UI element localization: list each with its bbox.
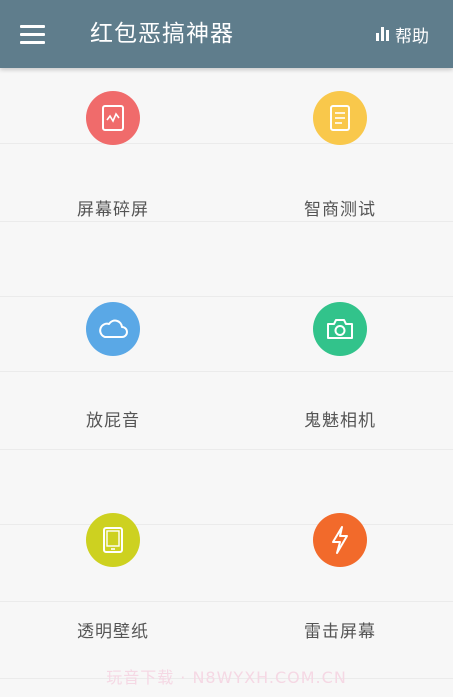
tablet-icon <box>86 513 140 567</box>
document-icon <box>313 91 367 145</box>
camera-icon <box>313 302 367 356</box>
help-label: 帮助 <box>395 26 429 47</box>
feature-cracked-screen[interactable]: 屏幕碎屏 <box>0 71 226 251</box>
cracked-screen-icon <box>86 91 140 145</box>
feature-label: 智商测试 <box>304 200 376 220</box>
feature-transparent-wallpaper[interactable]: 透明壁纸 <box>0 493 226 673</box>
feature-label: 雷击屏幕 <box>304 622 376 642</box>
app-bar: 红包恶搞神器 帮助 <box>0 0 453 68</box>
app-title: 红包恶搞神器 <box>90 21 234 47</box>
feature-fart-sound[interactable]: 放屁音 <box>0 282 226 462</box>
feature-ghost-camera[interactable]: 鬼魅相机 <box>227 282 453 462</box>
feature-label: 放屁音 <box>86 411 140 431</box>
bar-chart-icon <box>376 27 389 41</box>
feature-label: 鬼魅相机 <box>304 411 376 431</box>
feature-grid: 屏幕碎屏 智商测试 放屁音 鬼魅相机 透明壁纸 雷击屏幕 <box>0 68 453 697</box>
menu-icon[interactable] <box>20 20 48 48</box>
lightning-icon <box>313 513 367 567</box>
feature-iq-test[interactable]: 智商测试 <box>227 71 453 251</box>
watermark: 玩音下载 · N8WYXH.COM.CN <box>106 668 347 687</box>
feature-lightning-screen[interactable]: 雷击屏幕 <box>227 493 453 673</box>
help-button[interactable]: 帮助 <box>376 22 429 47</box>
feature-label: 屏幕碎屏 <box>77 200 149 220</box>
cloud-icon <box>86 302 140 356</box>
feature-label: 透明壁纸 <box>77 622 149 642</box>
